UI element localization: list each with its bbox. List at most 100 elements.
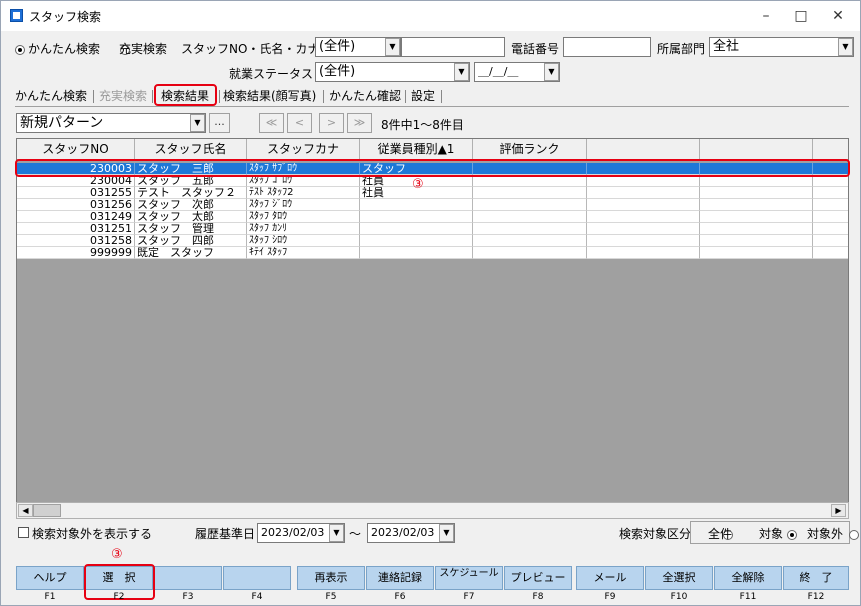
chevron-down-icon[interactable]: ▼ xyxy=(544,63,559,81)
fkey-label: F3 xyxy=(182,592,194,602)
tab-separator xyxy=(323,90,324,103)
scroll-thumb[interactable] xyxy=(33,504,61,517)
cell-empty xyxy=(587,247,700,259)
cell-staff-name: テスト スタッフ２ xyxy=(135,187,247,199)
show-excluded-label: 検索対象外を表示する xyxy=(32,527,153,541)
f4-button[interactable] xyxy=(223,566,291,590)
tab-results-photo[interactable]: 検索結果(顔写真) xyxy=(223,87,316,105)
fkey-label: F4 xyxy=(251,592,263,602)
cell-empty xyxy=(587,211,700,223)
date-range-tilde: ～ xyxy=(349,527,362,541)
tab-settings[interactable]: 設定 xyxy=(411,87,435,105)
help-button[interactable]: ヘルプ xyxy=(16,566,84,590)
chevron-down-icon[interactable]: ▼ xyxy=(190,114,205,132)
table-row[interactable]: 031255 テスト スタッフ２ ﾃｽﾄ ｽﾀｯﾌ2 社員 xyxy=(17,187,848,199)
col-header-empty[interactable] xyxy=(813,139,848,160)
next-page-button[interactable]: > xyxy=(319,113,344,133)
contact-log-button[interactable]: 連絡記録 xyxy=(366,566,434,590)
highlight-box-row xyxy=(15,159,850,177)
mode-easy-label: かんたん検索 xyxy=(28,42,101,56)
preview-button[interactable]: プレビュー xyxy=(504,566,572,590)
col-header-rank[interactable]: 評価ランク xyxy=(473,139,587,160)
cell-staff-name: スタッフ 四郎 xyxy=(135,235,247,247)
mode-full-label: 充実検索 xyxy=(119,42,168,56)
horizontal-scrollbar[interactable]: ◀ ▶ xyxy=(16,502,849,519)
col-header-employee-type[interactable]: 従業員種別▲1 xyxy=(360,139,473,160)
tab-underline xyxy=(15,106,849,107)
phone-label: 電話番号 xyxy=(511,42,560,56)
table-row[interactable]: 999999 既定 スタッフ ｷﾃｲ ｽﾀｯﾌ xyxy=(17,247,848,259)
cell-employee-type xyxy=(360,211,473,223)
table-row[interactable]: 031249 スタッフ 太郎 ｽﾀｯﾌ ﾀﾛｳ xyxy=(17,211,848,223)
title-bar: スタッフ検索 – □ ✕ xyxy=(1,1,860,31)
refresh-button[interactable]: 再表示 xyxy=(297,566,365,590)
table-row[interactable]: 031251 スタッフ 管理 ｽﾀｯﾌ ｶﾝﾘ xyxy=(17,223,848,235)
results-grid[interactable]: スタッフNO スタッフ氏名 スタッフカナ 従業員種別▲1 評価ランク 23000… xyxy=(16,138,849,518)
table-row[interactable]: 031256 スタッフ 次郎 ｽﾀｯﾌ ｼﾞﾛｳ xyxy=(17,199,848,211)
status-select[interactable]: (全件) xyxy=(315,62,470,82)
cell-empty xyxy=(813,247,848,259)
f3-button[interactable] xyxy=(154,566,222,590)
mail-button[interactable]: メール xyxy=(576,566,644,590)
scope-target-radio[interactable] xyxy=(787,529,798,540)
show-excluded-checkbox[interactable] xyxy=(18,527,29,538)
maximize-button[interactable]: □ xyxy=(781,5,821,27)
cell-staff-kana: ﾃｽﾄ ｽﾀｯﾌ2 xyxy=(247,187,360,199)
fkey-label: F5 xyxy=(325,592,337,602)
deselect-all-button[interactable]: 全解除 xyxy=(714,566,782,590)
close-button[interactable]: ✕ xyxy=(818,5,858,27)
pattern-select[interactable]: 新規パターン xyxy=(16,113,206,133)
tab-full-search[interactable]: 充実検索 xyxy=(99,87,147,105)
table-row[interactable]: 031258 スタッフ 四郎 ｽﾀｯﾌ ｼﾛｳ xyxy=(17,235,848,247)
cell-empty xyxy=(813,235,848,247)
dept-select[interactable]: 全社 xyxy=(709,37,854,57)
chevron-down-icon[interactable]: ▼ xyxy=(439,524,454,542)
last-page-button[interactable]: ≫ xyxy=(347,113,372,133)
col-header-empty[interactable] xyxy=(587,139,700,160)
first-page-button[interactable]: ≪ xyxy=(259,113,284,133)
chevron-down-icon[interactable]: ▼ xyxy=(838,38,853,56)
cell-employee-type xyxy=(360,247,473,259)
pattern-more-button[interactable]: ... xyxy=(209,113,230,133)
col-header-staff-no[interactable]: スタッフNO xyxy=(17,139,135,160)
tab-separator xyxy=(405,90,406,103)
cell-staff-name: スタッフ 管理 xyxy=(135,223,247,235)
chevron-down-icon[interactable]: ▼ xyxy=(454,63,469,81)
select-all-button[interactable]: 全選択 xyxy=(645,566,713,590)
tab-easy-search[interactable]: かんたん検索 xyxy=(15,87,87,105)
scope-excluded-radio[interactable] xyxy=(849,529,860,540)
fkey-label: F2 xyxy=(113,592,125,602)
col-header-staff-kana[interactable]: スタッフカナ xyxy=(247,139,360,160)
cell-empty xyxy=(700,211,813,223)
window-title: スタッフ検索 xyxy=(29,10,102,24)
scroll-left-icon[interactable]: ◀ xyxy=(18,504,33,517)
minimize-button[interactable]: – xyxy=(746,5,786,27)
cell-employee-type xyxy=(360,235,473,247)
schedule-button[interactable]: スケジュール xyxy=(435,566,503,590)
phone-input[interactable] xyxy=(563,37,651,57)
staff-keyword-input[interactable] xyxy=(401,37,505,57)
status-label: 就業ステータス xyxy=(229,67,314,81)
cell-rank xyxy=(473,223,587,235)
fkey-label: F9 xyxy=(604,592,616,602)
tab-quick-confirm[interactable]: かんたん確認 xyxy=(329,87,401,105)
col-header-staff-name[interactable]: スタッフ氏名 xyxy=(135,139,247,160)
scope-all-label: 全件 xyxy=(708,527,733,541)
chevron-down-icon[interactable]: ▼ xyxy=(329,524,344,542)
cell-staff-kana: ｽﾀｯﾌ ﾀﾛｳ xyxy=(247,211,360,223)
chevron-down-icon[interactable]: ▼ xyxy=(385,38,400,56)
cell-empty xyxy=(700,223,813,235)
col-header-empty[interactable] xyxy=(700,139,813,160)
cell-empty xyxy=(587,223,700,235)
prev-page-button[interactable]: < xyxy=(287,113,312,133)
exit-button[interactable]: 終 了 xyxy=(783,566,849,590)
cell-empty xyxy=(587,187,700,199)
mode-easy-radio[interactable] xyxy=(15,44,25,55)
fkey-label: F6 xyxy=(394,592,406,602)
highlight-box-tab xyxy=(154,84,217,106)
cell-empty xyxy=(813,187,848,199)
cell-empty xyxy=(813,211,848,223)
cell-rank xyxy=(473,187,587,199)
scroll-right-icon[interactable]: ▶ xyxy=(831,504,846,517)
cell-staff-kana: ｷﾃｲ ｽﾀｯﾌ xyxy=(247,247,360,259)
